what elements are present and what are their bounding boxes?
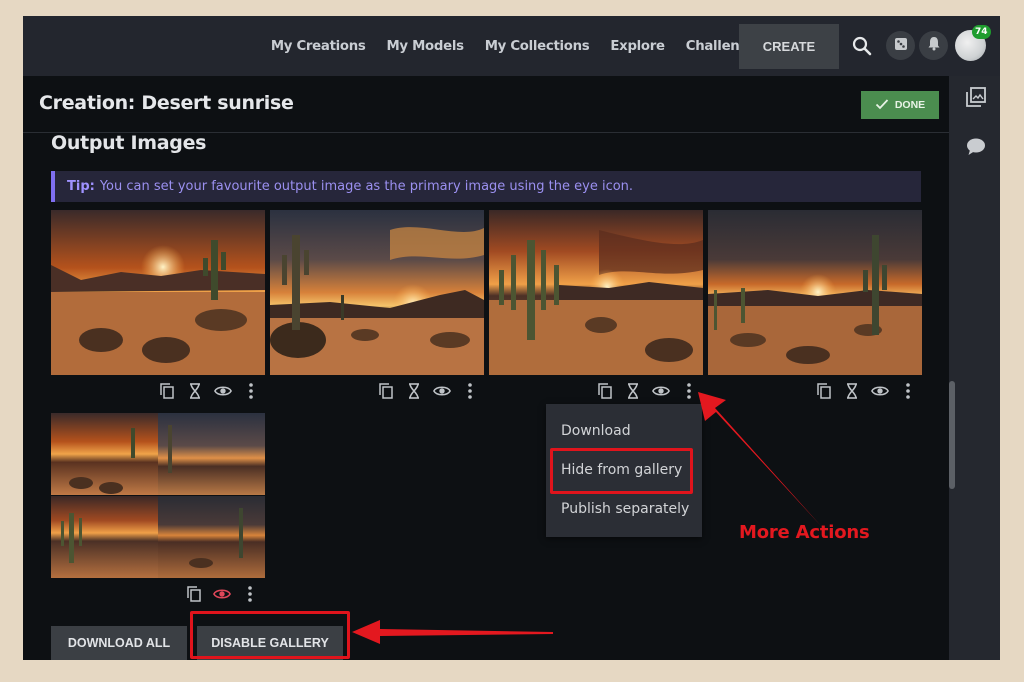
image-1-actions: [158, 380, 260, 402]
nav-links: My Creations My Models My Collections Ex…: [271, 16, 765, 76]
more-icon[interactable]: [680, 382, 698, 400]
annotation-more-actions: More Actions: [739, 522, 870, 543]
dna-icon[interactable]: [624, 382, 642, 400]
creation-header: Creation: Desert sunrise DONE: [23, 76, 949, 133]
image-4-actions: [815, 380, 917, 402]
copy-icon[interactable]: [185, 585, 203, 603]
image-grid-actions: [185, 583, 259, 605]
more-icon[interactable]: [242, 382, 260, 400]
menu-item-publish-separately[interactable]: Publish separately: [561, 501, 689, 517]
menu-item-download[interactable]: Download: [561, 423, 631, 439]
tip-text: You can set your favourite output image …: [99, 179, 634, 194]
side-panel: [949, 76, 1000, 660]
tip-banner: Tip: You can set your favourite output i…: [51, 171, 921, 202]
nav-my-creations[interactable]: My Creations: [271, 39, 366, 54]
copy-icon[interactable]: [596, 382, 614, 400]
bell-icon: [927, 36, 941, 55]
nav-my-collections[interactable]: My Collections: [485, 39, 590, 54]
dna-icon[interactable]: [186, 382, 204, 400]
eye-icon[interactable]: [871, 382, 889, 400]
more-icon[interactable]: [461, 382, 479, 400]
more-icon[interactable]: [241, 585, 259, 603]
comment-icon[interactable]: [965, 136, 987, 158]
output-image-4[interactable]: [708, 210, 922, 375]
menu-item-hide-from-gallery[interactable]: Hide from gallery: [561, 462, 682, 478]
tip-label: Tip:: [67, 179, 95, 194]
avatar-badge: 74: [972, 25, 991, 39]
image-3-actions: [596, 380, 698, 402]
output-image-1[interactable]: [51, 210, 265, 375]
section-title: Output Images: [51, 132, 207, 154]
output-image-2[interactable]: [270, 210, 484, 375]
check-icon: [875, 98, 889, 113]
dna-icon[interactable]: [405, 382, 423, 400]
download-all-button[interactable]: DOWNLOAD ALL: [51, 626, 187, 660]
copy-icon[interactable]: [158, 382, 176, 400]
nav-explore[interactable]: Explore: [610, 39, 665, 54]
output-image-3[interactable]: [489, 210, 703, 375]
more-icon[interactable]: [899, 382, 917, 400]
page-title: Creation: Desert sunrise: [39, 92, 294, 114]
random-button[interactable]: [886, 31, 915, 60]
create-button[interactable]: CREATE: [739, 24, 839, 69]
copy-icon[interactable]: [377, 382, 395, 400]
eye-icon-primary[interactable]: [213, 585, 231, 603]
dna-icon[interactable]: [843, 382, 861, 400]
disable-gallery-button[interactable]: DISABLE GALLERY: [197, 626, 343, 660]
done-label: DONE: [894, 99, 926, 111]
dice-icon: [894, 36, 908, 55]
notifications-button[interactable]: [919, 31, 948, 60]
more-actions-menu: Download Hide from gallery Publish separ…: [546, 404, 702, 537]
gallery-icon[interactable]: [965, 86, 987, 108]
scrollbar[interactable]: [949, 381, 955, 489]
nav-my-models[interactable]: My Models: [387, 39, 465, 54]
image-2-actions: [377, 380, 479, 402]
copy-icon[interactable]: [815, 382, 833, 400]
eye-icon[interactable]: [214, 382, 232, 400]
done-button[interactable]: DONE: [861, 91, 939, 119]
output-image-grid[interactable]: [51, 413, 265, 578]
search-icon[interactable]: [851, 35, 873, 57]
top-nav: My Creations My Models My Collections Ex…: [23, 16, 1000, 76]
app-window: My Creations My Models My Collections Ex…: [23, 16, 1000, 660]
eye-icon[interactable]: [433, 382, 451, 400]
eye-icon[interactable]: [652, 382, 670, 400]
